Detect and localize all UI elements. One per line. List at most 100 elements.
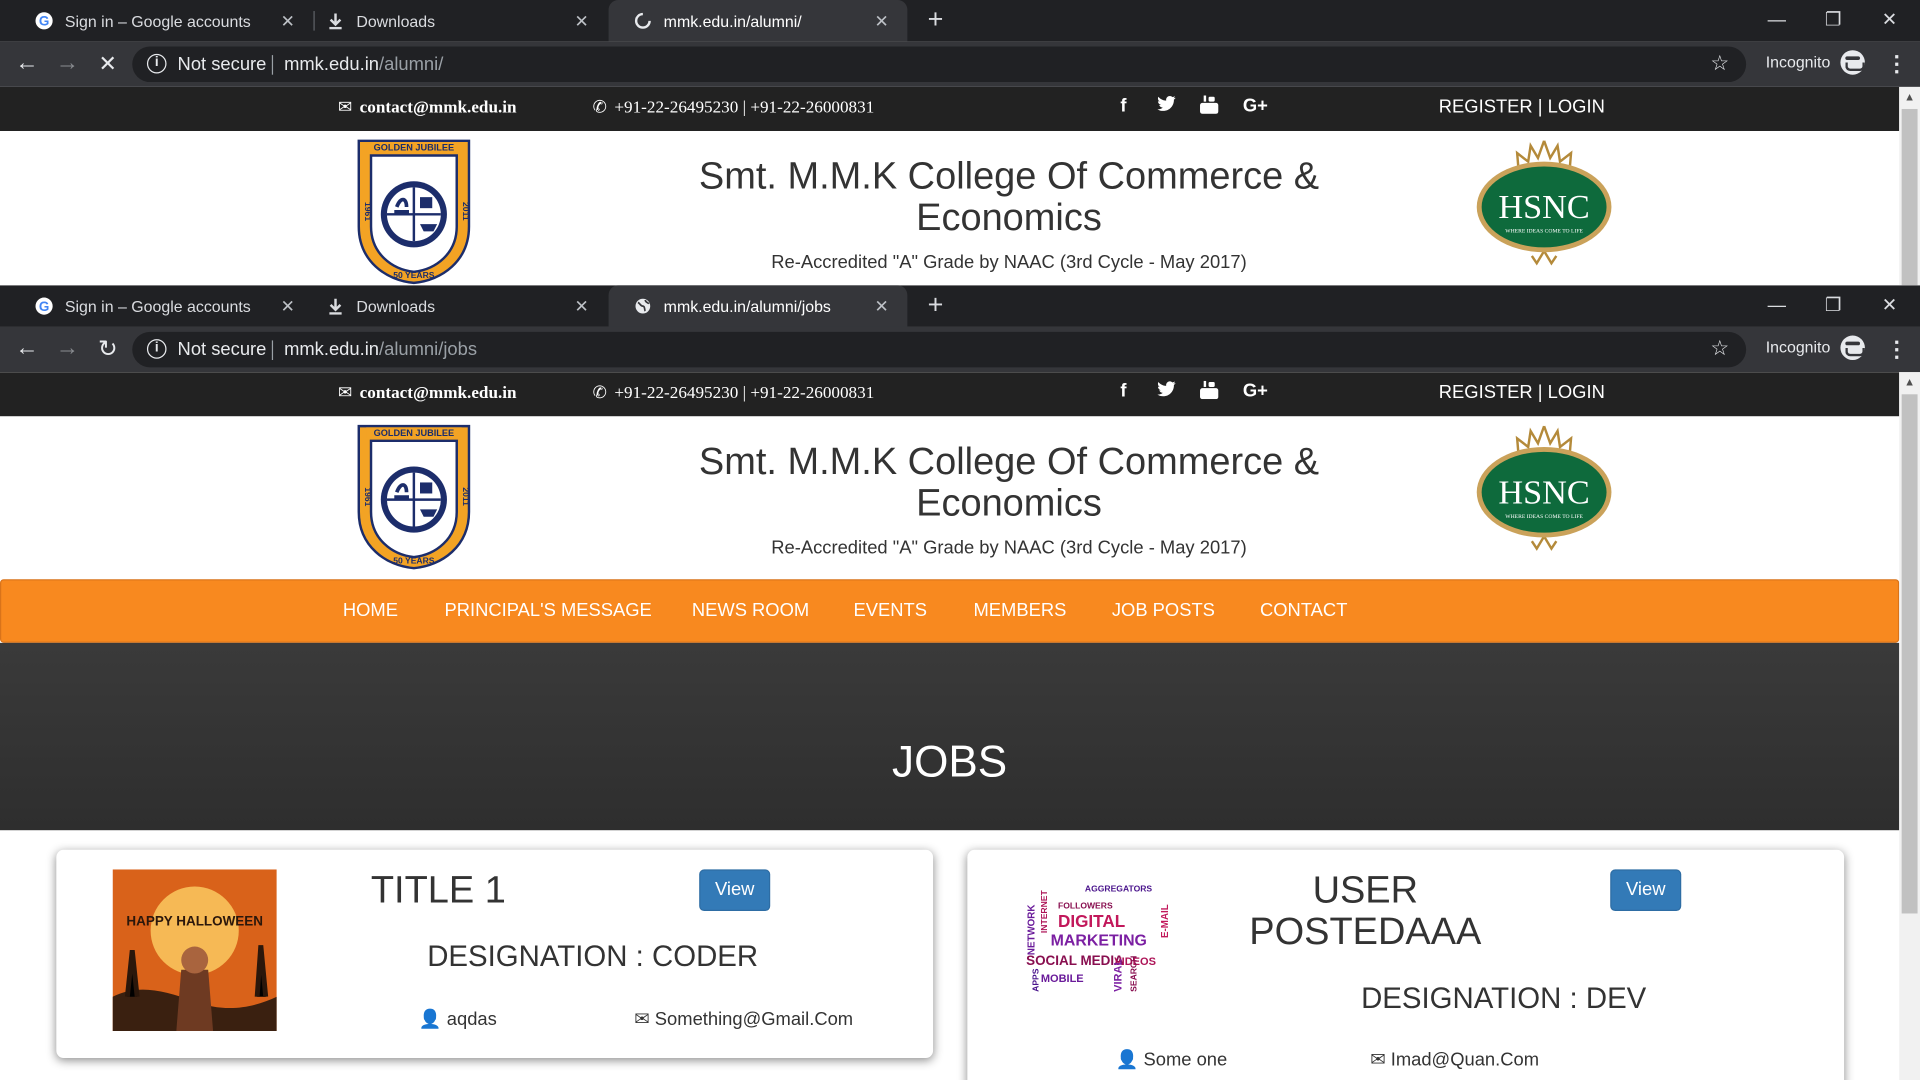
tab-downloads[interactable]: Downloads ✕ [301, 285, 607, 327]
security-label: Not secure [177, 339, 267, 361]
close-window-icon[interactable]: ✕ [1861, 285, 1917, 324]
college-crest-logo[interactable]: GOLDEN JUBILEE 1961 2011 50 YEARS [356, 424, 471, 571]
minimize-icon[interactable]: — [1749, 0, 1805, 39]
svg-text:2011: 2011 [461, 487, 471, 506]
page-scrollbar[interactable]: ▲ [1899, 372, 1920, 1080]
facebook-icon[interactable]: f [1120, 96, 1126, 117]
twitter-icon[interactable] [1157, 96, 1176, 117]
tab-google-signin[interactable]: G Sign in – Google accounts ✕ [10, 285, 314, 327]
hsnc-logo[interactable]: HSNC WHERE IDEAS COME TO LIFE [1474, 138, 1614, 275]
nav-home[interactable]: HOME [343, 600, 398, 621]
reload-icon[interactable]: ↻ [93, 334, 122, 363]
google-icon: G [34, 11, 54, 31]
bookmark-star-icon[interactable]: ☆ [1710, 51, 1729, 75]
scrollbar-thumb[interactable] [1901, 394, 1918, 914]
svg-text:50 YEARS: 50 YEARS [393, 270, 435, 280]
close-tab-icon[interactable]: ✕ [871, 295, 893, 317]
tab-strip: G Sign in – Google accounts ✕ Downloads … [0, 285, 1920, 327]
login-link[interactable]: LOGIN [1548, 382, 1605, 403]
minimize-icon[interactable]: — [1749, 285, 1805, 324]
info-icon[interactable]: i [146, 53, 167, 74]
svg-text:GOLDEN JUBILEE: GOLDEN JUBILEE [374, 428, 455, 438]
user-name: Some one [1143, 1049, 1228, 1071]
register-link[interactable]: REGISTER [1439, 97, 1533, 118]
forward-icon[interactable]: → [53, 49, 82, 78]
close-tab-icon[interactable]: ✕ [571, 10, 593, 32]
svg-text:1961: 1961 [363, 202, 373, 221]
tab-downloads[interactable]: Downloads ✕ [301, 0, 607, 42]
restore-icon[interactable]: ❐ [1805, 0, 1861, 39]
back-icon[interactable]: ← [12, 334, 41, 363]
facebook-icon[interactable]: f [1120, 381, 1126, 402]
email-text: Imad@Quan.Com [1390, 1049, 1540, 1071]
scroll-up-icon[interactable]: ▲ [1899, 372, 1920, 393]
page-scrollbar[interactable]: ▲ [1899, 86, 1920, 286]
google-plus-icon[interactable]: G+ [1243, 96, 1268, 117]
svg-text:SEARCH: SEARCH [1128, 956, 1138, 992]
register-link[interactable]: REGISTER [1439, 382, 1533, 403]
new-tab-button[interactable]: + [921, 291, 950, 320]
jobs-hero-banner: JOBS [0, 642, 1900, 831]
nav-events[interactable]: EVENTS [853, 600, 926, 621]
url-host: mmk.edu.in [284, 53, 380, 75]
site-header: GOLDEN JUBILEE 1961 2011 50 YEARS Smt. M… [0, 416, 1900, 571]
address-bar[interactable]: i Not secure mmk.edu.in/alumni/jobs ☆ [132, 331, 1747, 368]
site-topbar: ✉ contact@mmk.edu.in ✆ +91-22-26495230 | +… [0, 372, 1900, 417]
envelope-icon: ✉ [1370, 1049, 1386, 1071]
incognito-icon[interactable] [1840, 50, 1865, 75]
login-link[interactable]: LOGIN [1548, 97, 1605, 118]
view-button[interactable]: View [1610, 869, 1682, 912]
close-tab-icon[interactable]: ✕ [871, 10, 893, 32]
twitter-icon[interactable] [1157, 381, 1176, 402]
menu-kebab-icon[interactable]: ⋮ [1886, 51, 1908, 77]
view-button[interactable]: View [699, 869, 771, 912]
new-tab-button[interactable]: + [921, 6, 950, 35]
google-plus-icon[interactable]: G+ [1243, 381, 1268, 402]
url-text[interactable]: mmk.edu.in/alumni/jobs [284, 339, 477, 360]
auth-links: REGISTER | LOGIN [1439, 382, 1605, 403]
tab-title: Sign in – Google accounts [64, 296, 251, 316]
svg-text:APPS: APPS [1030, 968, 1040, 992]
site-topbar: ✉ contact@mmk.edu.in ✆ +91-22-26495230 | +… [0, 86, 1900, 132]
incognito-icon[interactable] [1840, 335, 1865, 361]
tab-google-signin[interactable]: G Sign in – Google accounts ✕ [10, 0, 314, 42]
url-text[interactable]: mmk.edu.in/alumni/ [284, 54, 443, 75]
scrollbar-thumb[interactable] [1901, 108, 1918, 286]
job-email: ✉ Imad@Quan.Com [1370, 1048, 1539, 1070]
close-tab-icon[interactable]: ✕ [277, 295, 299, 317]
close-window-icon[interactable]: ✕ [1861, 0, 1917, 39]
svg-text:WHERE IDEAS COME TO LIFE: WHERE IDEAS COME TO LIFE [1505, 514, 1583, 520]
bookmark-star-icon[interactable]: ☆ [1710, 337, 1729, 361]
google-icon: G [34, 296, 54, 316]
hsnc-logo[interactable]: HSNC WHERE IDEAS COME TO LIFE [1474, 424, 1614, 561]
back-icon[interactable]: ← [12, 49, 41, 78]
contact-email[interactable]: ✉ contact@mmk.edu.in [338, 98, 517, 119]
nav-job-posts[interactable]: JOB POSTS [1112, 600, 1215, 621]
scroll-up-icon[interactable]: ▲ [1899, 87, 1920, 108]
contact-email[interactable]: ✉ contact@mmk.edu.in [338, 383, 517, 404]
stop-loading-icon[interactable]: ✕ [93, 49, 122, 78]
nav-members[interactable]: MEMBERS [973, 600, 1066, 621]
nav-news-room[interactable]: NEWS ROOM [692, 600, 809, 621]
menu-kebab-icon[interactable]: ⋮ [1886, 337, 1908, 363]
close-tab-icon[interactable]: ✕ [277, 10, 299, 32]
youtube-icon[interactable] [1200, 95, 1219, 119]
nav-principals-message[interactable]: PRINCIPAL'S MESSAGE [444, 600, 651, 621]
restore-icon[interactable]: ❐ [1805, 285, 1861, 324]
tab-alumni-jobs-active[interactable]: mmk.edu.in/alumni/jobs ✕ [608, 285, 908, 327]
tab-title: mmk.edu.in/alumni/jobs [663, 296, 831, 316]
auth-separator: | [1532, 96, 1548, 118]
hero-title: JOBS [892, 735, 1008, 787]
svg-text:INTERNET: INTERNET [1039, 889, 1049, 933]
address-bar[interactable]: i Not secure mmk.edu.in/alumni/ ☆ [132, 46, 1747, 83]
nav-contact[interactable]: CONTACT [1260, 600, 1347, 621]
forward-icon[interactable]: → [53, 334, 82, 363]
envelope-icon: ✉ [634, 1008, 650, 1030]
job-card: DIGITAL MARKETING SOCIAL MEDIA MOBILE VI… [967, 849, 1845, 1080]
tab-alumni-active[interactable]: mmk.edu.in/alumni/ ✕ [608, 0, 908, 42]
tab-strip: G Sign in – Google accounts ✕ Downloads … [0, 0, 1920, 42]
youtube-icon[interactable] [1200, 380, 1219, 404]
close-tab-icon[interactable]: ✕ [571, 295, 593, 317]
info-icon[interactable]: i [146, 339, 167, 359]
college-crest-logo[interactable]: GOLDEN JUBILEE 1961 2011 50 YEARS [356, 138, 471, 285]
